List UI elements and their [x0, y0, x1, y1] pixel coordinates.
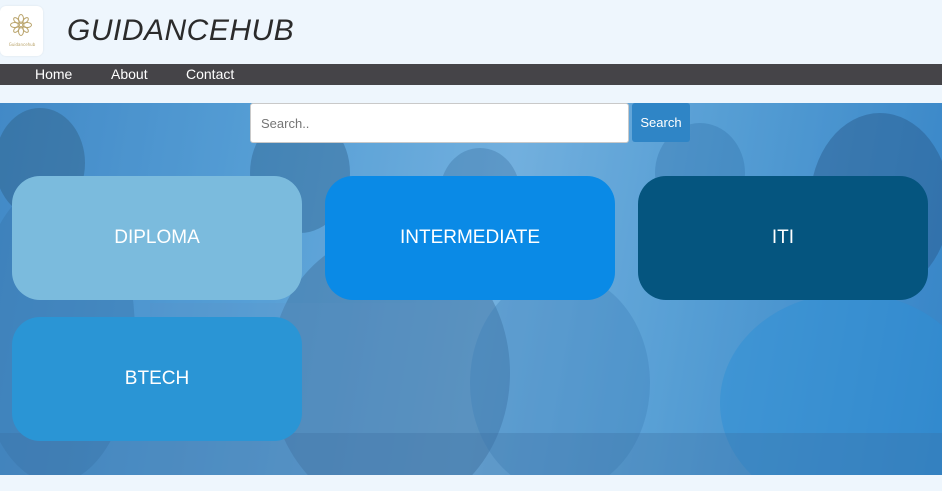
card-btech[interactable]: BTECH [12, 317, 302, 441]
card-iti-label: ITI [771, 227, 795, 248]
navbar: Home About Contact [0, 64, 942, 85]
nav-link-about[interactable]: About [111, 66, 148, 82]
card-intermediate-label: INTERMEDIATE [399, 227, 541, 248]
logo-text: Guidancehub [8, 42, 36, 47]
card-iti[interactable]: ITI [638, 176, 928, 300]
site-title: GUIDANCEHUB [67, 14, 295, 47]
logo[interactable]: Guidancehub [0, 6, 43, 56]
site-header: Guidancehub GUIDANCEHUB [0, 0, 942, 64]
search-button[interactable]: Search [632, 103, 690, 142]
card-diploma[interactable]: DIPLOMA [12, 176, 302, 300]
card-btech-label: BTECH [124, 368, 190, 389]
nav-link-home[interactable]: Home [35, 66, 72, 82]
search-input[interactable] [250, 103, 629, 143]
mandala-logo-icon [10, 14, 32, 36]
nav-link-contact[interactable]: Contact [186, 66, 234, 82]
card-intermediate[interactable]: INTERMEDIATE [325, 176, 615, 300]
card-diploma-label: DIPLOMA [114, 227, 200, 248]
